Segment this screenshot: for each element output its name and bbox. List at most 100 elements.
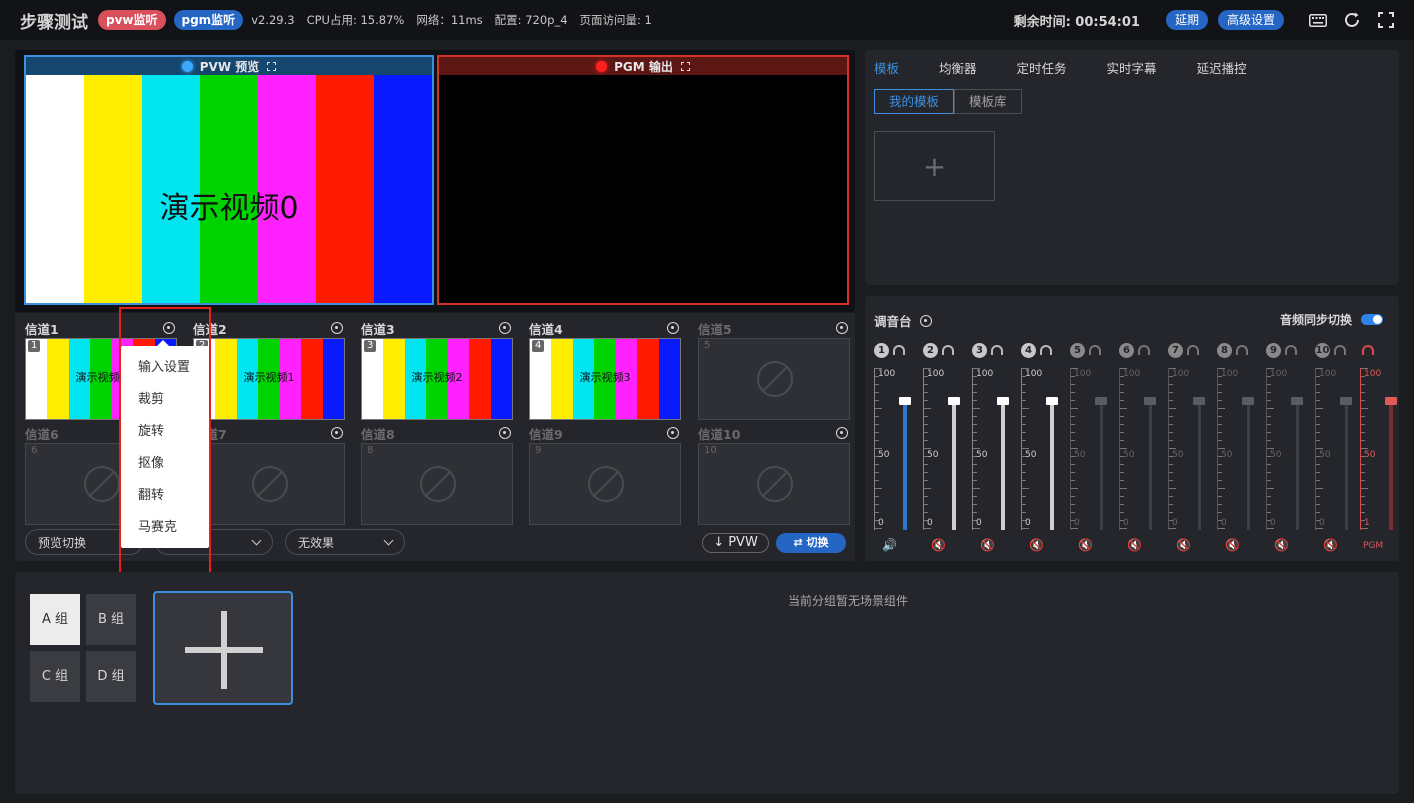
speaker-icon[interactable]: 🔇: [931, 538, 946, 552]
menu-item-mosaic[interactable]: 马赛克: [121, 514, 209, 546]
channel-thumbnail[interactable]: 3 演示视频2: [361, 338, 513, 420]
fader-handle[interactable]: [1046, 397, 1058, 405]
channel-10[interactable]: 信道10 10: [698, 423, 850, 525]
menu-item-flip[interactable]: 翻转: [121, 482, 209, 514]
switch-button[interactable]: ⇄ 切换: [776, 533, 846, 553]
channel-thumbnail[interactable]: 2演示视频1: [193, 338, 345, 420]
settings-icon[interactable]: [331, 322, 343, 334]
headphone-icon[interactable]: [1138, 345, 1150, 355]
fader-track[interactable]: [1296, 401, 1299, 530]
fader-handle[interactable]: [1385, 397, 1397, 405]
channel-2[interactable]: 信道22演示视频1: [193, 318, 345, 420]
channel-thumbnail[interactable]: 10: [698, 443, 850, 525]
fader-handle[interactable]: [1095, 397, 1107, 405]
menu-item-rotate[interactable]: 旋转: [121, 418, 209, 450]
group-b-button[interactable]: B 组: [86, 594, 136, 645]
pvw-listen-button[interactable]: pvw监听: [98, 10, 166, 30]
channel-thumbnail[interactable]: 8: [361, 443, 513, 525]
headphone-icon[interactable]: [991, 345, 1003, 355]
headphone-icon[interactable]: [942, 345, 954, 355]
fullscreen-icon[interactable]: [1376, 10, 1396, 30]
menu-item-input-settings[interactable]: 输入设置: [121, 354, 209, 386]
fader-handle[interactable]: [1340, 397, 1352, 405]
menu-item-keying[interactable]: 抠像: [121, 450, 209, 482]
channel-4[interactable]: 信道4 4 演示视频3: [529, 318, 681, 420]
headphone-icon[interactable]: [1362, 345, 1374, 355]
tab-scheduled-tasks[interactable]: 定时任务: [1017, 58, 1067, 77]
speaker-icon[interactable]: 🔊: [882, 538, 897, 552]
expand-icon[interactable]: [267, 61, 277, 71]
channel-3[interactable]: 信道3 3 演示视频2: [361, 318, 513, 420]
speaker-icon[interactable]: 🔇: [980, 538, 995, 552]
speaker-icon[interactable]: 🔇: [1274, 538, 1289, 552]
fader-handle[interactable]: [1144, 397, 1156, 405]
pgm-listen-button[interactable]: pgm监听: [173, 10, 244, 30]
settings-icon[interactable]: [919, 314, 932, 327]
fader-handle[interactable]: [997, 397, 1009, 405]
add-template-button[interactable]: +: [874, 131, 995, 201]
channel-5[interactable]: 信道5 5: [698, 318, 850, 420]
fader-track[interactable]: [1100, 401, 1103, 530]
settings-icon[interactable]: [836, 322, 848, 334]
refresh-icon[interactable]: [1342, 10, 1362, 30]
settings-icon[interactable]: [331, 427, 343, 439]
pvw-monitor[interactable]: PVW 预览 演示视频0: [24, 55, 434, 305]
fader-handle[interactable]: [1193, 397, 1205, 405]
fader-track[interactable]: [1247, 401, 1250, 530]
speaker-icon[interactable]: 🔇: [1176, 538, 1191, 552]
channel-8[interactable]: 信道8 8: [361, 423, 513, 525]
tab-template[interactable]: 模板: [874, 58, 899, 77]
headphone-icon[interactable]: [1285, 345, 1297, 355]
menu-item-crop[interactable]: 裁剪: [121, 386, 209, 418]
channel-7[interactable]: 信道77: [193, 423, 345, 525]
speaker-icon[interactable]: 🔇: [1323, 538, 1338, 552]
channel-thumbnail[interactable]: 4 演示视频3: [529, 338, 681, 420]
fader-track[interactable]: [1001, 401, 1005, 530]
add-scene-button[interactable]: [153, 591, 293, 705]
tab-live-subtitles[interactable]: 实时字幕: [1107, 58, 1157, 77]
fader-track[interactable]: [1050, 401, 1054, 530]
speaker-icon[interactable]: 🔇: [1029, 538, 1044, 552]
fader-handle[interactable]: [1242, 397, 1254, 405]
fader-track[interactable]: [1149, 401, 1152, 530]
pgm-monitor[interactable]: PGM 输出: [437, 55, 849, 305]
headphone-icon[interactable]: [1040, 345, 1052, 355]
group-d-button[interactable]: D 组: [86, 651, 136, 702]
group-c-button[interactable]: C 组: [30, 651, 80, 702]
channel-thumbnail[interactable]: 5: [698, 338, 850, 420]
headphone-icon[interactable]: [1089, 345, 1101, 355]
headphone-icon[interactable]: [1236, 345, 1248, 355]
fader-handle[interactable]: [1291, 397, 1303, 405]
expand-icon[interactable]: [680, 61, 690, 71]
keyboard-icon[interactable]: [1308, 10, 1328, 30]
fader-track[interactable]: [1198, 401, 1201, 530]
speaker-icon[interactable]: 🔇: [1078, 538, 1093, 552]
extend-button[interactable]: 延期: [1165, 10, 1208, 30]
channel-thumbnail[interactable]: 7: [193, 443, 345, 525]
headphone-icon[interactable]: [893, 345, 905, 355]
fader-track[interactable]: [1389, 401, 1393, 530]
speaker-icon[interactable]: 🔇: [1225, 538, 1240, 552]
settings-icon[interactable]: [499, 427, 511, 439]
tab-my-templates[interactable]: 我的模板: [874, 89, 955, 114]
channel-9[interactable]: 信道9 9: [529, 423, 681, 525]
tab-delay-control[interactable]: 延迟播控: [1197, 58, 1247, 77]
settings-icon[interactable]: [667, 427, 679, 439]
fader-handle[interactable]: [899, 397, 911, 405]
channel-thumbnail[interactable]: 9: [529, 443, 681, 525]
fader-handle[interactable]: [948, 397, 960, 405]
speaker-icon[interactable]: 🔇: [1127, 538, 1142, 552]
headphone-icon[interactable]: [1334, 345, 1346, 355]
group-a-button[interactable]: A 组: [30, 594, 80, 645]
fader-track[interactable]: [952, 401, 956, 530]
settings-icon[interactable]: [499, 322, 511, 334]
headphone-icon[interactable]: [1187, 345, 1199, 355]
settings-icon[interactable]: [836, 427, 848, 439]
tab-template-library[interactable]: 模板库: [954, 89, 1022, 114]
settings-icon[interactable]: [667, 322, 679, 334]
tab-equalizer[interactable]: 均衡器: [939, 58, 977, 77]
pvw-button[interactable]: ↓ PVW: [702, 533, 769, 553]
fader-track[interactable]: [1345, 401, 1348, 530]
audio-sync-switch[interactable]: [1361, 314, 1383, 325]
advanced-settings-button[interactable]: 高级设置: [1217, 10, 1284, 30]
